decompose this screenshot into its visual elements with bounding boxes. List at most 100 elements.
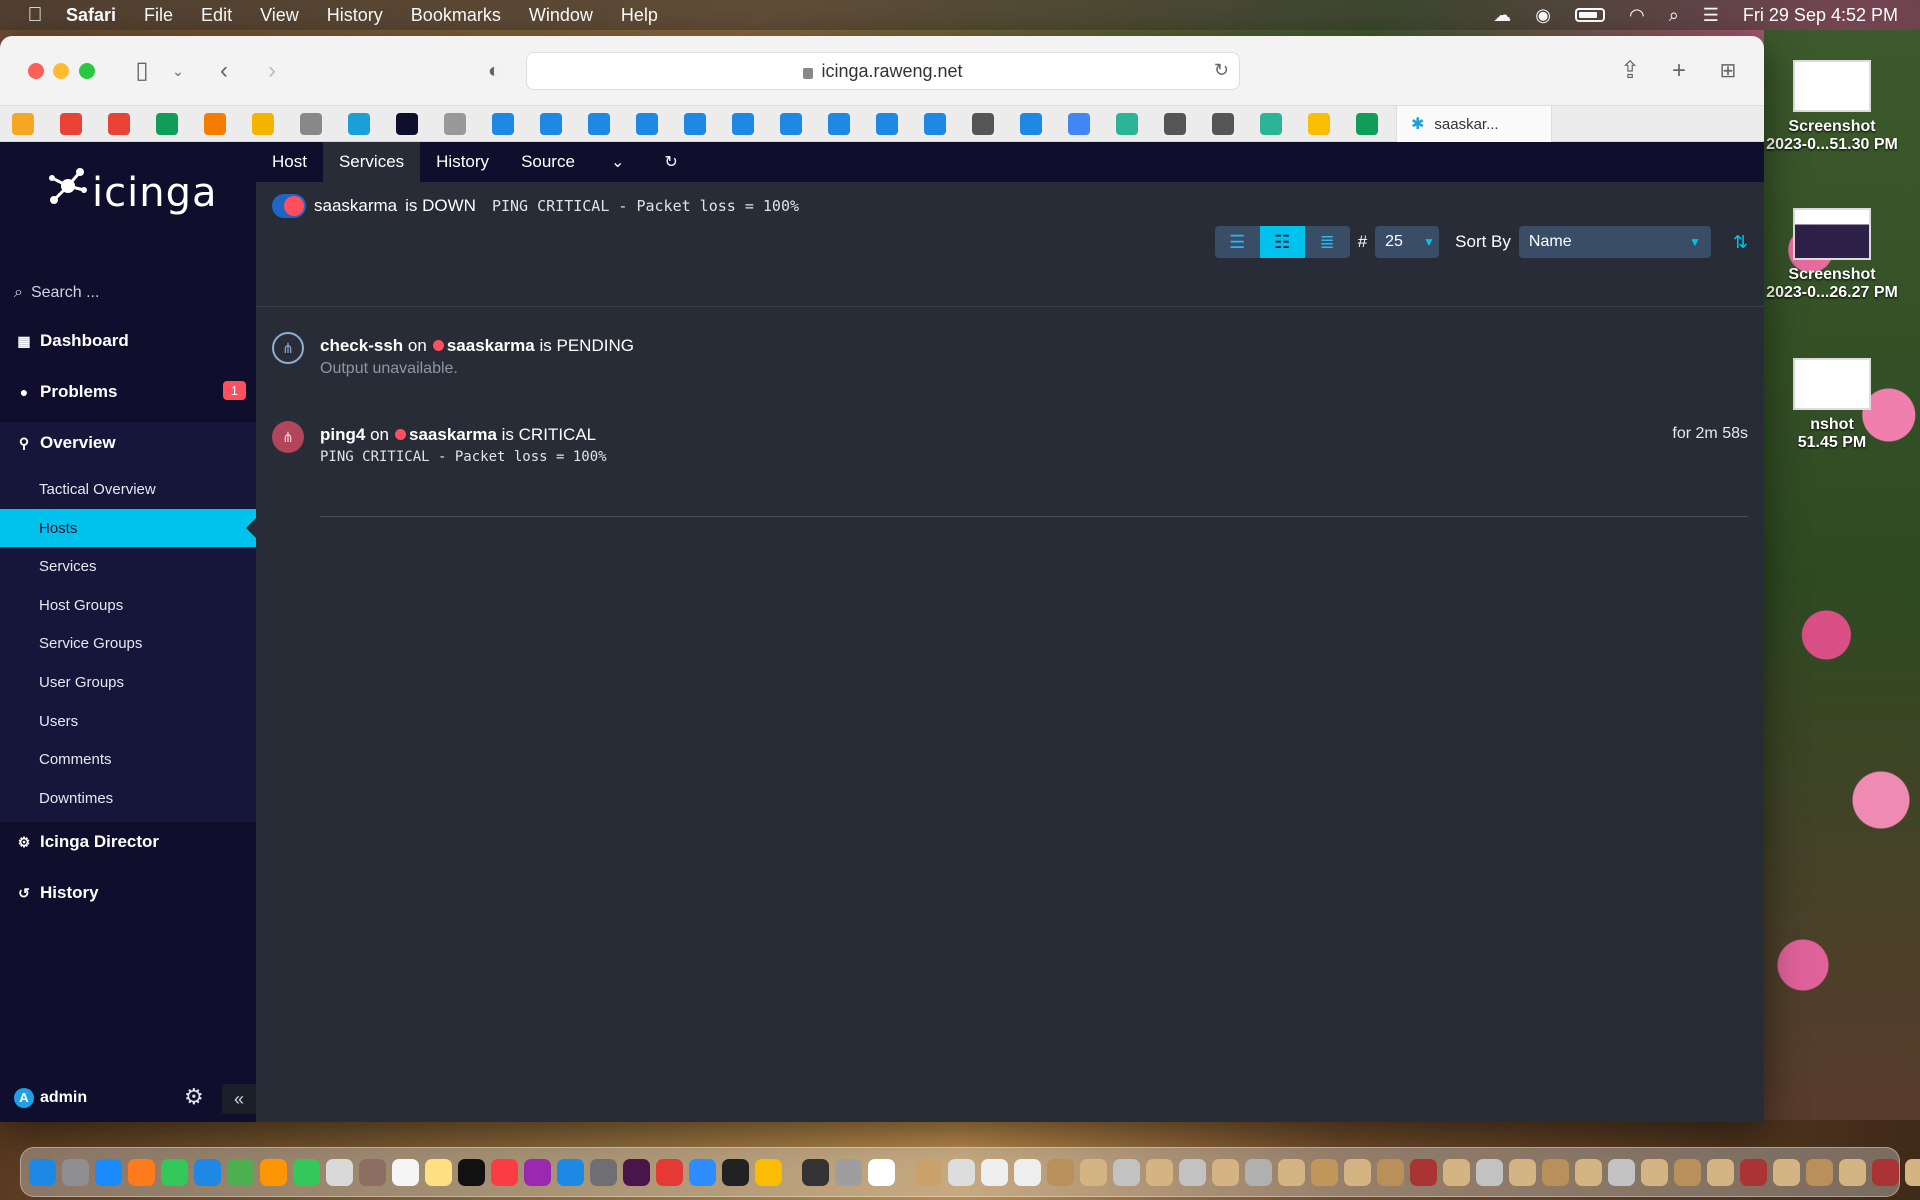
apple-menu-icon[interactable]:  bbox=[24, 4, 46, 26]
photos-icon[interactable] bbox=[260, 1158, 287, 1186]
dock-file-icon[interactable] bbox=[1278, 1158, 1305, 1186]
dock-folder-icon[interactable] bbox=[915, 1158, 942, 1186]
collapse-sidebar-button[interactable]: « bbox=[222, 1084, 256, 1114]
podcast-icon[interactable]: ◉ bbox=[1535, 5, 1551, 26]
service-host[interactable]: saaskarma bbox=[447, 336, 535, 355]
list-item[interactable]: ⋔ check-ssh on saaskarma is PENDING Outpu… bbox=[272, 328, 1748, 388]
safari-icon[interactable] bbox=[95, 1158, 122, 1186]
zoom-window-button[interactable] bbox=[79, 63, 95, 79]
dock-file-icon[interactable] bbox=[1080, 1158, 1107, 1186]
close-window-button[interactable] bbox=[28, 63, 44, 79]
bookmark-favicon[interactable] bbox=[684, 112, 706, 135]
reminders-icon[interactable] bbox=[392, 1158, 419, 1186]
dock-file-icon[interactable] bbox=[1443, 1158, 1470, 1186]
menu-app-name[interactable]: Safari bbox=[66, 5, 116, 26]
dock-file-icon[interactable] bbox=[1311, 1158, 1338, 1186]
apple-tv-icon[interactable] bbox=[458, 1158, 485, 1186]
sheets-bookmark-icon[interactable] bbox=[1356, 112, 1378, 135]
browser-tab-active[interactable]: ✱ saaskar... bbox=[1396, 106, 1552, 142]
reload-icon[interactable]: ↻ bbox=[1214, 60, 1229, 81]
bookmark-favicon[interactable] bbox=[492, 112, 514, 135]
dock-file-icon[interactable] bbox=[1014, 1158, 1041, 1186]
activity-monitor-icon[interactable] bbox=[802, 1158, 829, 1186]
cloud-sync-icon[interactable]: ☁ bbox=[1493, 5, 1511, 26]
dock-file-icon[interactable] bbox=[1608, 1158, 1635, 1186]
refresh-icon[interactable]: ↻ bbox=[644, 142, 697, 182]
nav-history[interactable]: ↺ History bbox=[0, 870, 256, 916]
dock-file-icon[interactable] bbox=[1542, 1158, 1569, 1186]
privacy-shield-icon[interactable]: ◐ bbox=[480, 58, 508, 86]
bookmark-favicon[interactable] bbox=[12, 112, 34, 135]
zoom-icon[interactable] bbox=[689, 1158, 716, 1186]
menu-help[interactable]: Help bbox=[621, 5, 658, 26]
bookmark-favicon[interactable] bbox=[588, 112, 610, 135]
gmail-bookmark-icon[interactable] bbox=[108, 112, 130, 135]
user-menu[interactable]: A admin bbox=[14, 1088, 87, 1108]
apple-bookmark-icon[interactable] bbox=[1164, 112, 1186, 135]
firefox-icon[interactable] bbox=[128, 1158, 155, 1186]
bookmark-favicon[interactable] bbox=[252, 112, 274, 135]
bookmark-favicon[interactable] bbox=[540, 112, 562, 135]
calendar-icon[interactable] bbox=[326, 1158, 353, 1186]
bookmark-favicon[interactable] bbox=[780, 112, 802, 135]
nav-hosts[interactable]: Hosts bbox=[0, 509, 256, 547]
service-host[interactable]: saaskarma bbox=[409, 425, 497, 444]
bookmark-favicon[interactable] bbox=[636, 112, 658, 135]
view-detailed-icon[interactable]: ≣ bbox=[1305, 226, 1350, 258]
address-bar[interactable]: icinga.raweng.net ↻ bbox=[526, 52, 1240, 90]
wifi-icon[interactable]: ◠ bbox=[1629, 5, 1645, 26]
bookmark-favicon[interactable] bbox=[1116, 112, 1138, 135]
docs-bookmark-icon[interactable] bbox=[1068, 112, 1090, 135]
launchpad-icon[interactable] bbox=[62, 1158, 89, 1186]
list-item[interactable]: ⋔ ping4 on saaskarma is CRITICAL PING CRI… bbox=[272, 417, 1748, 477]
maps-icon[interactable] bbox=[227, 1158, 254, 1186]
chevron-down-icon[interactable]: ⌄ bbox=[164, 58, 192, 86]
dock-file-icon[interactable] bbox=[1410, 1158, 1437, 1186]
service-name[interactable]: check-ssh bbox=[320, 336, 403, 355]
bookmark-favicon[interactable] bbox=[876, 112, 898, 135]
bookmark-favicon[interactable] bbox=[1020, 112, 1042, 135]
nav-services[interactable]: Services bbox=[0, 547, 256, 585]
share-icon[interactable]: ⇪ bbox=[1616, 58, 1644, 86]
battery-icon[interactable] bbox=[1574, 8, 1605, 22]
dock-file-icon[interactable] bbox=[1575, 1158, 1602, 1186]
menu-history[interactable]: History bbox=[327, 5, 383, 26]
dock-file-icon[interactable] bbox=[1806, 1158, 1833, 1186]
notes-icon[interactable] bbox=[425, 1158, 452, 1186]
dock-file-icon[interactable] bbox=[1179, 1158, 1206, 1186]
facetime-icon[interactable] bbox=[293, 1158, 320, 1186]
menu-view[interactable]: View bbox=[260, 5, 299, 26]
nav-user-groups[interactable]: User Groups bbox=[0, 663, 256, 701]
slack-icon[interactable] bbox=[623, 1158, 650, 1186]
new-tab-button[interactable]: + bbox=[1665, 58, 1693, 86]
dock-file-icon[interactable] bbox=[1047, 1158, 1074, 1186]
host-name[interactable]: saaskarma bbox=[314, 196, 397, 216]
contacts-icon[interactable] bbox=[359, 1158, 386, 1186]
desktop-file[interactable]: Screenshot 2023-0...26.27 PM bbox=[1762, 208, 1902, 302]
dock-file-icon[interactable] bbox=[1773, 1158, 1800, 1186]
dock-file-icon[interactable] bbox=[1674, 1158, 1701, 1186]
limit-select[interactable]: 25 ▼ bbox=[1375, 226, 1440, 258]
menubar-clock[interactable]: Fri 29 Sep 4:52 PM bbox=[1743, 5, 1898, 26]
dock-file-icon[interactable] bbox=[1113, 1158, 1140, 1186]
menu-file[interactable]: File bbox=[144, 5, 173, 26]
bookmark-favicon[interactable] bbox=[204, 112, 226, 135]
nav-tactical-overview[interactable]: Tactical Overview bbox=[0, 470, 256, 508]
nav-service-groups[interactable]: Service Groups bbox=[0, 624, 256, 662]
apple-bookmark-icon[interactable] bbox=[1212, 112, 1234, 135]
control-center-icon[interactable]: ☰ bbox=[1703, 5, 1719, 26]
sidebar-toggle-icon[interactable]: ▯ bbox=[128, 58, 156, 86]
nav-dashboard[interactable]: ▦ Dashboard bbox=[0, 318, 256, 364]
dock-file-icon[interactable] bbox=[1872, 1158, 1899, 1186]
dock-file-icon[interactable] bbox=[948, 1158, 975, 1186]
nav-icinga-director[interactable]: ⚙ Icinga Director bbox=[0, 819, 256, 865]
tab-history[interactable]: History bbox=[420, 142, 505, 182]
dock-file-icon[interactable] bbox=[1476, 1158, 1503, 1186]
gmail-bookmark-icon[interactable] bbox=[60, 112, 82, 135]
bookmark-favicon[interactable] bbox=[732, 112, 754, 135]
terminal-icon[interactable] bbox=[722, 1158, 749, 1186]
chevron-down-icon[interactable]: ⌄ bbox=[591, 142, 644, 182]
nav-comments[interactable]: Comments bbox=[0, 740, 256, 778]
nav-host-groups[interactable]: Host Groups bbox=[0, 586, 256, 624]
view-minimal-icon[interactable]: ☰ bbox=[1215, 226, 1260, 258]
